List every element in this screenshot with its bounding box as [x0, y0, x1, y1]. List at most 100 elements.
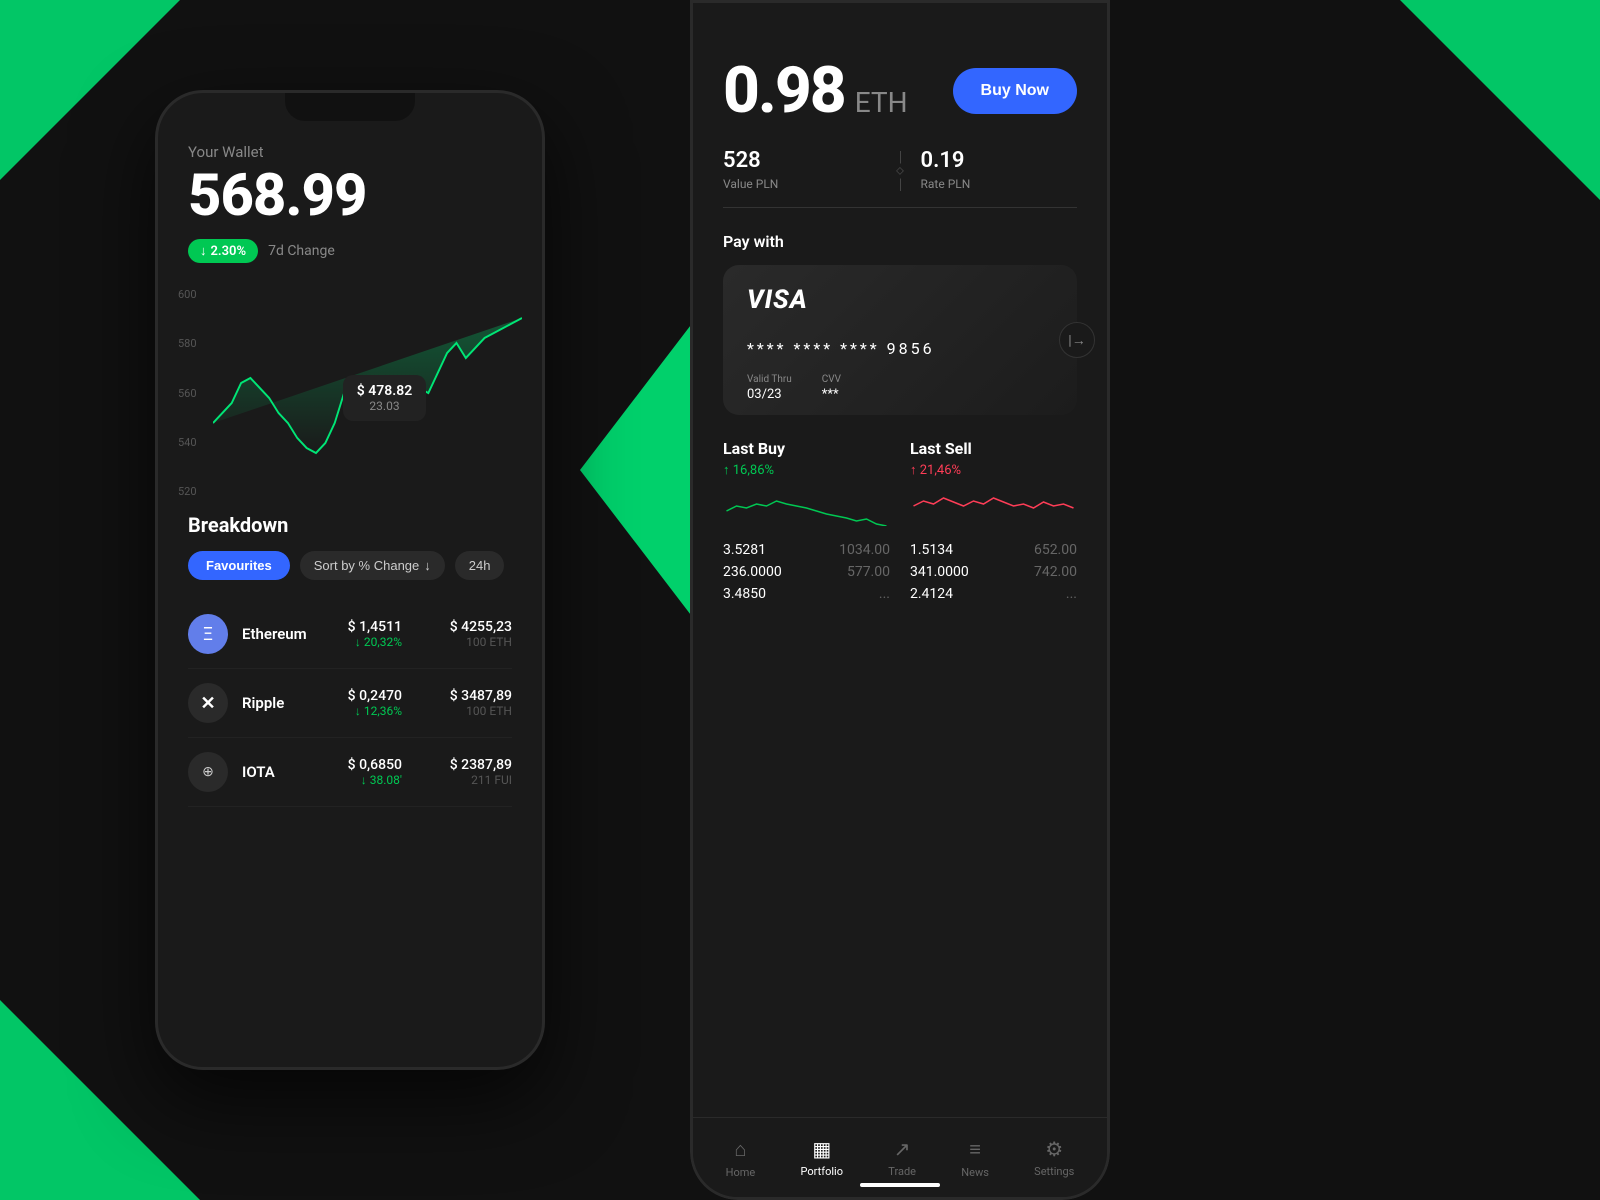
ripple-price-col: $ 0,2470 ↓ 12,36%	[348, 688, 402, 718]
stat-rate-pln-col: 0.19 Rate PLN	[921, 148, 1078, 191]
ripple-total: $ 3487,89	[422, 688, 512, 704]
credit-card[interactable]: VISA **** **** **** 9856 Valid Thru 03/2…	[723, 265, 1077, 415]
last-buy-row1: 3.5281 1034.00	[723, 542, 890, 558]
tooltip-date: 23.03	[357, 399, 412, 413]
arrow-down-icon: ↓	[200, 243, 207, 259]
crypto-item-ripple[interactable]: ✕ Ripple $ 0,2470 ↓ 12,36% $ 3487,89 100…	[188, 669, 512, 738]
stats-row: 528 Value PLN 0.19 Rate PLN	[723, 148, 1077, 208]
sort-icon: ↓	[424, 558, 431, 573]
nav-home[interactable]: ⌂ Home	[712, 1129, 770, 1187]
stat1-value: 528	[723, 148, 880, 173]
last-sell-change: ↑ 21,46%	[910, 462, 1077, 478]
nav-portfolio[interactable]: ▦ Portfolio	[787, 1129, 857, 1186]
buy-now-button[interactable]: Buy Now	[953, 68, 1077, 114]
bottom-nav: ⌂ Home ▦ Portfolio ↗ Trade ≡ News ⚙ Sett…	[693, 1117, 1107, 1197]
ethereum-sub: 100 ETH	[422, 635, 512, 649]
y-label-600: 600	[178, 288, 197, 301]
ripple-name: Ripple	[242, 694, 348, 712]
nav-trade[interactable]: ↗ Trade	[874, 1129, 930, 1186]
nav-news-label: News	[961, 1166, 989, 1179]
news-icon: ≡	[969, 1137, 981, 1162]
ethereum-total: $ 4255,23	[422, 619, 512, 635]
card-cvv: CVV ***	[822, 374, 841, 402]
eth-price-display: 0.98 ETH	[723, 53, 908, 128]
arrow-right-icon: |→	[1068, 332, 1085, 349]
ethereum-price: $ 1,4511	[348, 619, 402, 635]
trade-icon: ↗	[894, 1137, 911, 1161]
last-sell-row2: 341.0000 742.00	[910, 564, 1077, 580]
valid-thru-label: Valid Thru	[747, 374, 792, 385]
nav-settings[interactable]: ⚙ Settings	[1020, 1129, 1088, 1186]
iota-sub: 211 FUI	[422, 773, 512, 787]
y-label-520: 520	[178, 485, 197, 498]
last-buy-change: ↑ 16,86%	[723, 462, 890, 478]
wallet-label: Your Wallet	[188, 143, 512, 161]
last-sell-r1-main: 1.5134	[910, 542, 953, 558]
last-sell-r1-sub: 652.00	[1034, 542, 1077, 558]
card-details: Valid Thru 03/23 CVV ***	[747, 374, 1053, 402]
tooltip-amount: $ 478.82	[357, 383, 412, 399]
home-icon: ⌂	[734, 1137, 746, 1162]
crypto-list: Ξ Ethereum $ 1,4511 ↓ 20,32% $ 4255,23 1…	[188, 600, 512, 807]
last-sell-r2-sub: 742.00	[1034, 564, 1077, 580]
last-sell-title: Last Sell	[910, 439, 1077, 458]
eth-header: 0.98 ETH Buy Now	[723, 53, 1077, 128]
phone-notch-left	[285, 93, 415, 121]
stat2-label: Rate PLN	[921, 177, 1078, 191]
last-sell-r3-sub: ...	[1066, 586, 1077, 602]
nav-news[interactable]: ≡ News	[947, 1129, 1003, 1187]
last-sell-row3: 2.4124 ...	[910, 586, 1077, 602]
card-next-arrow-button[interactable]: |→	[1059, 322, 1095, 358]
change-period: 7d Change	[268, 243, 335, 259]
last-buy-row3: 3.4850 ...	[723, 586, 890, 602]
last-buy-r3-main: 3.4850	[723, 586, 766, 602]
ethereum-price-col: $ 1,4511 ↓ 20,32%	[348, 619, 402, 649]
ethereum-change-arrow: ↓	[355, 635, 361, 649]
stat-value-pln-col: 528 Value PLN	[723, 148, 880, 191]
stats-divider	[900, 151, 901, 191]
ripple-sub: 100 ETH	[422, 704, 512, 718]
nav-home-label: Home	[726, 1166, 756, 1179]
nav-settings-label: Settings	[1034, 1165, 1074, 1178]
iota-change-arrow: ↓	[361, 773, 367, 787]
y-label-560: 560	[178, 387, 197, 400]
visa-logo: VISA	[747, 285, 1053, 315]
last-buy-r1-main: 3.5281	[723, 542, 766, 558]
crypto-item-iota[interactable]: ⊕ IOTA $ 0,6850 ↓ 38.08' $ 2387,89 211 F…	[188, 738, 512, 807]
breakdown-title: Breakdown	[188, 513, 512, 537]
filter-time-button[interactable]: 24h	[455, 551, 505, 580]
crypto-item-ethereum[interactable]: Ξ Ethereum $ 1,4511 ↓ 20,32% $ 4255,23 1…	[188, 600, 512, 669]
iota-icon: ⊕	[188, 752, 228, 792]
filter-favourites-button[interactable]: Favourites	[188, 551, 290, 580]
ripple-icon: ✕	[188, 683, 228, 723]
last-buy-r2-main: 236.0000	[723, 564, 782, 580]
phone-right: 0.98 ETH Buy Now 528 Value PLN 0.19 Rate…	[690, 0, 1110, 1200]
last-buy-arrow: ↑	[723, 463, 730, 478]
eth-amount: 0.98	[723, 53, 845, 128]
last-sell-arrow: ↑	[910, 463, 917, 478]
iota-name: IOTA	[242, 763, 348, 781]
card-valid-thru: Valid Thru 03/23	[747, 374, 792, 402]
nav-active-indicator	[860, 1183, 940, 1187]
nav-portfolio-label: Portfolio	[801, 1165, 843, 1178]
iota-total-col: $ 2387,89 211 FUI	[422, 757, 512, 787]
chart-y-axis: 600 580 560 540 520	[178, 283, 197, 503]
eth-currency-label: ETH	[855, 86, 908, 119]
filter-sort-button[interactable]: Sort by % Change ↓	[300, 551, 445, 580]
chart-tooltip: $ 478.82 23.03	[343, 375, 426, 421]
ripple-change-arrow: ↓	[355, 704, 361, 718]
bg-decoration-tl	[0, 0, 180, 180]
ripple-price: $ 0,2470	[348, 688, 402, 704]
ethereum-icon: Ξ	[188, 614, 228, 654]
stat2-value: 0.19	[921, 148, 1078, 173]
wallet-amount: 568.99	[188, 167, 512, 225]
ethereum-name: Ethereum	[242, 625, 348, 643]
last-buy-r3-sub: ...	[879, 586, 890, 602]
last-buy-sparkline	[723, 486, 890, 526]
stat1-label: Value PLN	[723, 177, 880, 191]
cvv-value: ***	[822, 387, 841, 402]
cvv-label: CVV	[822, 374, 841, 385]
ethereum-total-col: $ 4255,23 100 ETH	[422, 619, 512, 649]
last-buy-r1-sub: 1034.00	[839, 542, 890, 558]
y-label-540: 540	[178, 436, 197, 449]
